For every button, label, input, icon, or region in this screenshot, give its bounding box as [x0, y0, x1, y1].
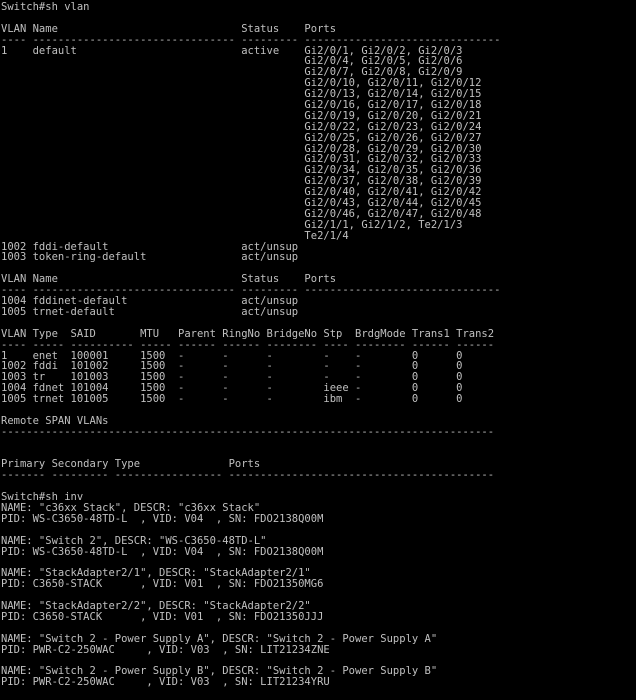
terminal-line: Gi2/0/37, Gi2/0/38, Gi2/0/39 [1, 176, 482, 188]
terminal-line: Gi2/0/28, Gi2/0/29, Gi2/0/30 [1, 143, 482, 155]
terminal-line: 1003 token-ring-default act/unsup [1, 252, 299, 264]
terminal-line: NAME: "Switch 2 - Power Supply B", DESCR… [1, 666, 438, 678]
terminal-line: Gi2/0/19, Gi2/0/20, Gi2/0/21 [1, 110, 482, 122]
terminal-line: NAME: "Switch 2", DESCR: "WS-C3650-48TD-… [1, 535, 267, 547]
terminal-line: Gi2/0/25, Gi2/0/26, Gi2/0/27 [1, 132, 482, 144]
terminal-line: NAME: "Switch 2 - Power Supply A", DESCR… [1, 633, 438, 645]
terminal-line: Gi2/0/43, Gi2/0/44, Gi2/0/45 [1, 198, 482, 209]
terminal-line: VLAN Name Status Ports [1, 23, 337, 35]
terminal-line: NAME: "StackAdapter2/1", DESCR: "StackAd… [1, 568, 311, 580]
terminal-line: ------- --------- ----------------- ----… [1, 470, 495, 482]
terminal-line: 1 enet 100001 1500 - - - - - 0 0 [1, 350, 463, 362]
terminal-line: VLAN Type SAID MTU Parent RingNo BridgeN… [1, 328, 495, 340]
terminal-line: PID: PWR-C2-250WAC , VID: V03 , SN: LIT2… [1, 644, 330, 656]
terminal-line: 1005 trnet 101005 1500 - - - ibm - 0 0 [1, 394, 463, 405]
terminal-line: Gi2/0/40, Gi2/0/41, Gi2/0/42 [1, 187, 482, 199]
terminal-line: ---- ----- ---------- ----- ------ -----… [1, 339, 495, 351]
terminal-line: 1004 fddinet-default act/unsup [1, 296, 299, 307]
terminal-line: PID: C3650-STACK , VID: V01 , SN: FDO213… [1, 579, 324, 591]
terminal-line: 1003 tr 101003 1500 - - - - - 0 0 [1, 372, 463, 384]
terminal-line: 1 default active Gi2/0/1, Gi2/0/2, Gi2/0… [1, 45, 463, 57]
terminal-line: NAME: "StackAdapter2/2", DESCR: "StackAd… [1, 600, 311, 612]
terminal-line: Gi2/0/31, Gi2/0/32, Gi2/0/33 [1, 154, 482, 166]
terminal-output[interactable]: Switch#sh vlan VLAN Name Status Ports ----… [0, 0, 636, 700]
terminal-line: 1005 trnet-default act/unsup [1, 306, 299, 318]
terminal-line: PID: C3650-STACK , VID: V01 , SN: FDO213… [1, 611, 324, 623]
terminal-line: PID: PWR-C2-250WAC , VID: V03 , SN: LIT2… [1, 677, 330, 689]
terminal-line: Gi2/1/1, Gi2/1/2, Te2/1/3 [1, 219, 463, 231]
terminal-line: ----------------------------------------… [1, 426, 495, 438]
terminal-line: Gi2/0/10, Gi2/0/11, Gi2/0/12 [1, 78, 482, 90]
terminal-line: Gi2/0/34, Gi2/0/35, Gi2/0/36 [1, 165, 482, 177]
terminal-line: PID: WS-C3650-48TD-L , VID: V04 , SN: FD… [1, 513, 324, 525]
terminal-line: Gi2/0/46, Gi2/0/47, Gi2/0/48 [1, 208, 482, 220]
terminal-line: Gi2/0/13, Gi2/0/14, Gi2/0/15 [1, 89, 482, 101]
terminal-line: 1002 fddi-default act/unsup [1, 241, 299, 253]
terminal-line: VLAN Name Status Ports [1, 274, 337, 286]
terminal-line: Gi2/0/16, Gi2/0/17, Gi2/0/18 [1, 100, 482, 111]
terminal-line: ---- -------------------------------- --… [1, 285, 501, 297]
terminal-line: 1002 fddi 101002 1500 - - - - - 0 0 [1, 361, 463, 373]
terminal-line: ---- -------------------------------- --… [1, 34, 501, 46]
terminal-line: NAME: "c36xx Stack", DESCR: "c36xx Stack… [1, 502, 261, 514]
terminal-line: Te2/1/4 [1, 230, 349, 242]
terminal-line: Gi2/0/7, Gi2/0/8, Gi2/0/9 [1, 67, 463, 79]
terminal-line: 1004 fdnet 101004 1500 - - - ieee - 0 0 [1, 383, 463, 395]
terminal-line: Remote SPAN VLANs [1, 415, 109, 427]
terminal-line: Switch#sh vlan [1, 2, 90, 13]
terminal-line: PID: WS-C3650-48TD-L , VID: V04 , SN: FD… [1, 546, 324, 558]
terminal-line: Switch#sh inv [1, 492, 84, 503]
terminal-line: Primary Secondary Type Ports [1, 459, 261, 471]
terminal-line: Gi2/0/4, Gi2/0/5, Gi2/0/6 [1, 56, 463, 68]
terminal-line: Gi2/0/22, Gi2/0/23, Gi2/0/24 [1, 121, 482, 133]
